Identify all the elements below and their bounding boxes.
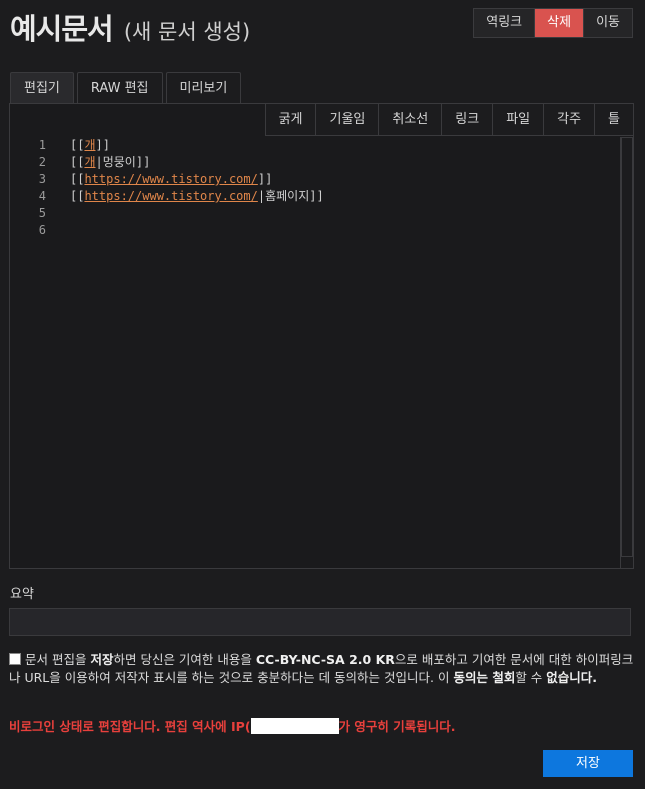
editor-scrollbar[interactable] (620, 137, 633, 568)
line-content: [[개|멍뭉이]] (70, 155, 151, 169)
line-number: 4 (38, 189, 46, 203)
page-subtitle: (새 문서 생성) (123, 20, 251, 44)
external-link: https://www.tistory.com/ (84, 172, 258, 186)
summary-label: 요약 (10, 587, 34, 602)
template-button[interactable]: 틀 (594, 104, 633, 136)
line-number: 6 (38, 223, 46, 237)
top-action-group: 역링크 삭제 이동 (473, 8, 633, 38)
backlinks-button[interactable]: 역링크 (474, 9, 535, 37)
italic-button[interactable]: 기울임 (315, 104, 379, 136)
line-content: [[https://www.tistory.com/|홈페이지]] (70, 189, 324, 203)
line-number: 3 (38, 172, 46, 186)
line-number: 2 (38, 155, 46, 169)
code-area[interactable]: 1 [[개]] 2 [[개|멍뭉이]] 3 [[https://www.tist… (10, 137, 619, 568)
redacted-ip (250, 718, 339, 734)
code-editor[interactable]: 굵게 기울임 취소선 링크 파일 각주 틀 1 [[개]] 2 [[개|멍뭉이]… (9, 103, 634, 569)
bold-button[interactable]: 굵게 (264, 104, 316, 136)
external-link: https://www.tistory.com/ (84, 189, 258, 203)
scrollbar-thumb[interactable] (621, 137, 633, 557)
agree-checkbox[interactable] (9, 653, 21, 665)
line-content: [[개]] (70, 138, 110, 152)
delete-button[interactable]: 삭제 (534, 9, 584, 37)
line-number: 5 (38, 206, 46, 220)
wiki-link: 개 (84, 155, 96, 169)
page-header: 예시문서 (새 문서 생성) (10, 6, 250, 46)
anonymous-warning: 비로그인 상태로 편집합니다. 편집 역사에 IP(가 영구히 기록됩니다. (9, 718, 456, 734)
file-button[interactable]: 파일 (492, 104, 544, 136)
tab-editor[interactable]: 편집기 (10, 72, 74, 104)
tab-raw-edit[interactable]: RAW 편집 (76, 72, 163, 104)
page-title: 예시문서 (10, 12, 114, 46)
save-button[interactable]: 저장 (543, 750, 633, 777)
strikethrough-button[interactable]: 취소선 (378, 104, 442, 136)
wiki-link: 개 (84, 138, 96, 152)
editor-toolbar: 굵게 기울임 취소선 링크 파일 각주 틀 (264, 104, 633, 136)
editor-tabs: 편집기 RAW 편집 미리보기 (10, 72, 244, 104)
line-content: [[https://www.tistory.com/]] (70, 172, 273, 186)
footnote-button[interactable]: 각주 (543, 104, 595, 136)
summary-input[interactable] (9, 608, 631, 636)
link-button[interactable]: 링크 (441, 104, 493, 136)
move-button[interactable]: 이동 (583, 9, 632, 37)
license-agreement: 문서 편집을 저장하면 당신은 기여한 내용을 CC-BY-NC-SA 2.0 … (9, 652, 634, 685)
tab-preview[interactable]: 미리보기 (165, 72, 242, 104)
line-number: 1 (38, 138, 46, 152)
